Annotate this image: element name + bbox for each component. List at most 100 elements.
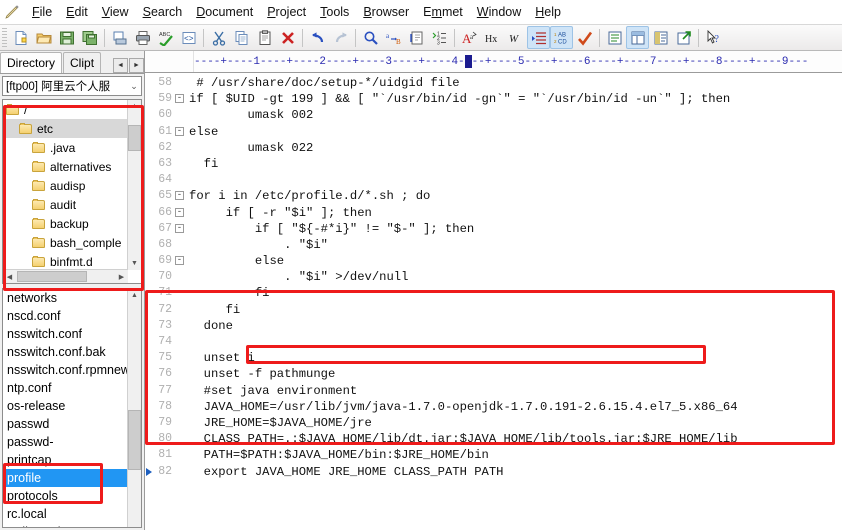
fold-marker[interactable]: - — [175, 188, 189, 204]
tree-vertical-scrollbar[interactable]: ▲ ▼ — [127, 100, 141, 270]
file-list-item-selected[interactable]: profile — [3, 469, 128, 487]
goto-line-icon[interactable] — [405, 26, 428, 49]
save-icon[interactable] — [55, 26, 78, 49]
fold-marker[interactable]: - — [175, 221, 189, 237]
table-view-icon[interactable] — [626, 26, 649, 49]
file-list-item[interactable]: protocols — [3, 487, 128, 505]
code-line[interactable]: JRE_HOME=$JAVA_HOME/jre — [189, 415, 842, 431]
sort-icon[interactable]: 123 — [428, 26, 451, 49]
file-list-item[interactable]: ntp.conf — [3, 379, 128, 397]
chevron-down-icon[interactable]: ⌄ — [127, 81, 141, 92]
fold-marker[interactable] — [175, 302, 189, 318]
fold-marker[interactable] — [175, 140, 189, 156]
word-wrap-icon[interactable]: W — [504, 26, 527, 49]
file-list-item[interactable]: nscd.conf — [3, 307, 128, 325]
code-line[interactable]: CLASS_PATH=.:$JAVA_HOME/lib/dt.jar:$JAVA… — [189, 431, 842, 447]
file-list-item[interactable]: rc.local — [3, 505, 128, 523]
tree-item[interactable]: binfmt.d — [3, 252, 128, 270]
tree-scroll-left-button[interactable]: ◀ — [3, 270, 16, 283]
file-list-item[interactable]: redhat-release — [3, 523, 128, 527]
menu-search[interactable]: Search — [136, 2, 190, 22]
find-magnifier-icon[interactable] — [359, 26, 382, 49]
tab-scroll-right-button[interactable]: ► — [129, 58, 144, 73]
spellcheck-icon[interactable]: ABC — [154, 26, 177, 49]
fold-marker[interactable] — [175, 415, 189, 431]
code-line[interactable]: if [ $UID -gt 199 ] && [ "`/usr/bin/id -… — [189, 91, 842, 107]
hex-icon[interactable]: Hx — [481, 26, 504, 49]
tab-scroll-left-button[interactable]: ◄ — [113, 58, 128, 73]
fold-marker[interactable] — [175, 334, 189, 350]
code-line[interactable]: else — [189, 253, 842, 269]
fold-marker[interactable] — [175, 237, 189, 253]
fold-marker[interactable] — [175, 350, 189, 366]
code-line[interactable]: umask 022 — [189, 140, 842, 156]
tree-item[interactable]: .java — [3, 138, 128, 157]
fold-marker[interactable] — [175, 383, 189, 399]
fold-collapse-icon[interactable]: - — [175, 126, 184, 136]
code-line[interactable]: #set java environment — [189, 383, 842, 399]
code-line[interactable]: done — [189, 318, 842, 334]
code-tags-icon[interactable]: <> — [177, 26, 200, 49]
ftp-connection-dropdown[interactable]: [ftp00] 阿里云个人服 ⌄ — [2, 76, 142, 96]
code-line[interactable]: else — [189, 124, 842, 140]
code-line[interactable]: if [ "${-#*i}" != "$-" ]; then — [189, 221, 842, 237]
checkmark-icon[interactable] — [573, 26, 596, 49]
print-icon[interactable] — [131, 26, 154, 49]
fold-marker[interactable] — [175, 366, 189, 382]
tree-scroll-up-button[interactable]: ▲ — [128, 100, 141, 113]
menu-tools[interactable]: Tools — [313, 2, 356, 22]
paste-icon[interactable] — [253, 26, 276, 49]
list-view-icon[interactable] — [603, 26, 626, 49]
code-line[interactable]: fi — [189, 285, 842, 301]
file-scroll-up-button[interactable]: ▲ — [128, 289, 141, 302]
fold-marker[interactable] — [175, 285, 189, 301]
fold-marker[interactable]: - — [175, 205, 189, 221]
tree-scroll-right-button[interactable]: ▶ — [115, 270, 128, 283]
directory-tree[interactable]: / etc .java alternatives audisp audit backup ba… — [3, 100, 128, 270]
properties-icon[interactable] — [649, 26, 672, 49]
fold-collapse-icon[interactable]: - — [175, 191, 184, 201]
cut-scissors-icon[interactable] — [207, 26, 230, 49]
tree-horizontal-scrollbar[interactable]: ◀ ▶ — [3, 269, 128, 283]
code-line[interactable]: umask 002 — [189, 107, 842, 123]
code-line[interactable]: fi — [189, 156, 842, 172]
fold-marker[interactable] — [175, 75, 189, 91]
menu-project[interactable]: Project — [260, 2, 313, 22]
menu-browser[interactable]: Browser — [356, 2, 416, 22]
fold-marker[interactable] — [175, 318, 189, 334]
file-list-item[interactable]: os-release — [3, 397, 128, 415]
fold-collapse-icon[interactable]: - — [175, 207, 184, 217]
tree-scroll-thumb[interactable] — [128, 125, 141, 151]
print-preview-icon[interactable] — [108, 26, 131, 49]
delete-x-icon[interactable] — [276, 26, 299, 49]
fold-marker[interactable] — [175, 464, 189, 480]
fold-collapse-icon[interactable]: - — [175, 256, 184, 266]
tab-directory[interactable]: Directory — [0, 52, 63, 73]
fold-marker[interactable] — [175, 156, 189, 172]
indent-icon[interactable] — [527, 26, 550, 49]
new-file-icon[interactable] — [9, 26, 32, 49]
menu-help[interactable]: Help — [528, 2, 568, 22]
file-list-item[interactable]: passwd- — [3, 433, 128, 451]
menu-window[interactable]: Window — [470, 2, 528, 22]
code-line[interactable]: fi — [189, 302, 842, 318]
tree-hscroll-thumb[interactable] — [17, 271, 87, 282]
fold-marker[interactable] — [175, 447, 189, 463]
code-line[interactable]: JAVA_HOME=/usr/lib/jvm/java-1.7.0-openjd… — [189, 399, 842, 415]
fold-margin[interactable]: - - - - - - — [175, 73, 189, 530]
save-all-icon[interactable] — [78, 26, 101, 49]
menu-view[interactable]: View — [95, 2, 136, 22]
code-line[interactable]: unset i — [189, 350, 842, 366]
font-icon[interactable]: Aa — [458, 26, 481, 49]
file-list[interactable]: networks nscd.conf nsswitch.conf nsswitch.c… — [3, 289, 128, 527]
menu-document[interactable]: Document — [189, 2, 260, 22]
fold-marker[interactable] — [175, 399, 189, 415]
tree-scroll-down-button[interactable]: ▼ — [128, 257, 141, 270]
toolbar-grip[interactable] — [2, 27, 7, 48]
tree-item[interactable]: etc — [3, 119, 128, 138]
file-list-item[interactable]: networks — [3, 289, 128, 307]
tree-item[interactable]: / — [3, 100, 128, 119]
code-area[interactable]: 58 59 60 61 62 63 64 65 66 67 68 69 70 71 72 73 74 75 76 77… — [145, 73, 842, 530]
code-line[interactable]: if [ -r "$i" ]; then — [189, 205, 842, 221]
code-line[interactable]: unset -f pathmunge — [189, 366, 842, 382]
